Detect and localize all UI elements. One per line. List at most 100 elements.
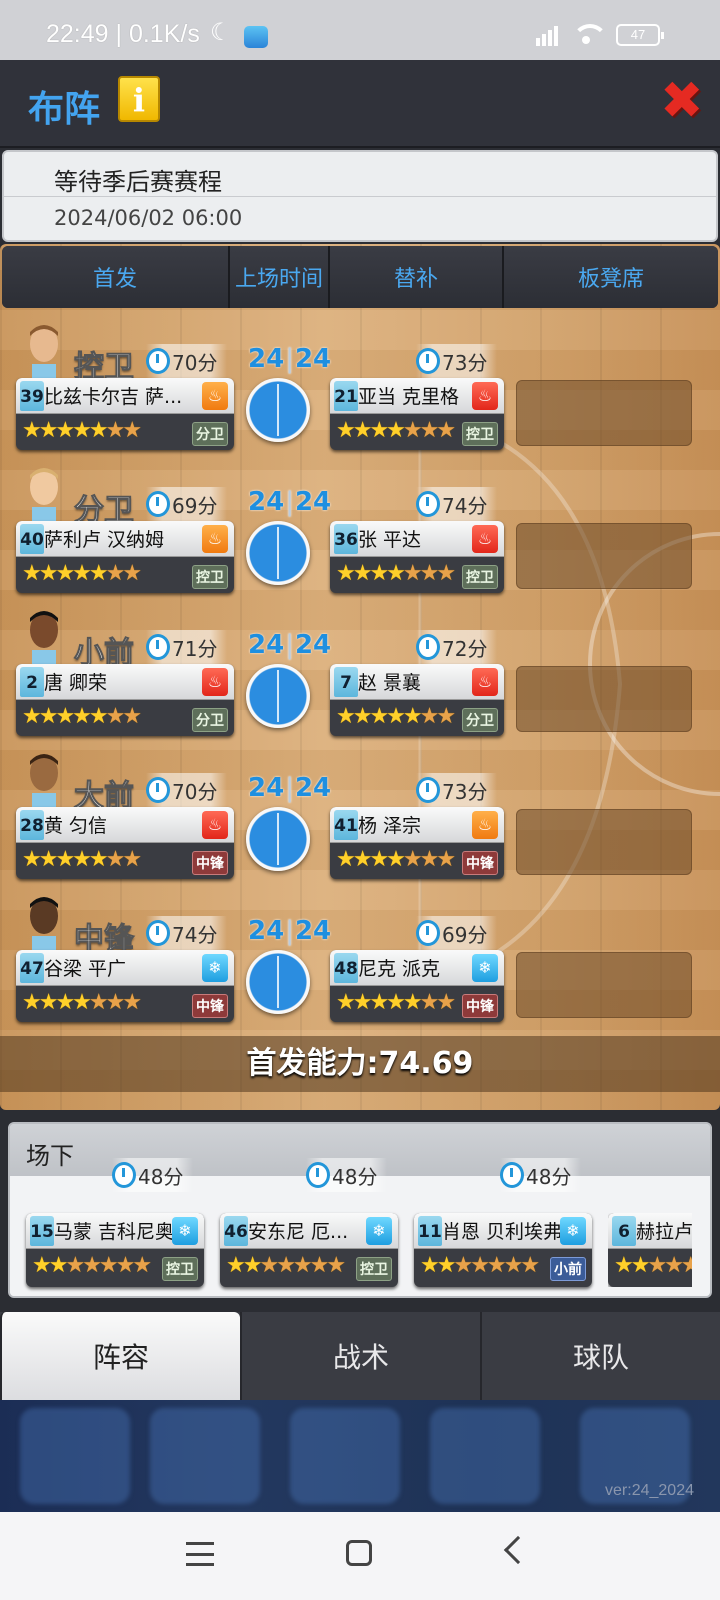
offcourt-player[interactable]: 6赫拉卢 ★★★★★★★	[608, 1213, 692, 1287]
offcourt-title: 场下	[26, 1142, 74, 1170]
score-separator: |	[285, 344, 294, 374]
card-top: 7赵 景襄 ♨	[330, 664, 504, 700]
stopwatch-icon	[146, 491, 170, 517]
bench-slot[interactable]	[516, 666, 692, 732]
app-notification-icon	[244, 26, 268, 48]
jersey-number: 2	[20, 667, 44, 697]
minutes-split-toggle[interactable]	[246, 807, 310, 871]
menu-icon[interactable]	[186, 1542, 214, 1566]
player-name: 萨利卢 汉纳姆	[44, 529, 165, 551]
jersey-number: 47	[20, 953, 44, 983]
player-name: 谷梁 平广	[44, 958, 127, 980]
position-badge: 中锋	[192, 851, 228, 875]
cold-form-icon: ❄	[366, 1217, 392, 1245]
player-card[interactable]: 36 张 平达 ♨ ★★★★★★★ 控卫	[330, 521, 504, 593]
player-card[interactable]: 21 亚当 克里格 ♨ ★★★★★★★ 控卫	[330, 378, 504, 450]
player-avatar	[24, 608, 64, 670]
position-badge: 控卫	[462, 422, 498, 446]
score-display: 24|24	[248, 630, 331, 660]
rating-stars: ★★★★★★★	[420, 1253, 540, 1278]
player-card[interactable]: 6赫拉卢 ★★★★★★★	[608, 1213, 692, 1287]
player-card[interactable]: 48 尼克 派克 ❄ ★★★★★★★ 中锋	[330, 950, 504, 1022]
card-top: 21 亚当 克里格 ♨	[330, 378, 504, 414]
bench-slot[interactable]	[516, 523, 692, 589]
position-row: 分卫 69分 74分 24|24 40 萨利卢 汉纳姆 ♨ ★★★★★★★ 控卫 36 张 平达 ♨ ★…	[0, 459, 720, 599]
card-top: 6 赫拉卢	[608, 1213, 692, 1249]
stopwatch-icon	[146, 634, 170, 660]
position-badge: 控卫	[356, 1257, 392, 1281]
player-card[interactable]: 15 马蒙 吉科尼奥 ❄ ★★★★★★★ 控卫	[26, 1213, 204, 1287]
player-card[interactable]: 46 安东尼 厄... ❄ ★★★★★★★ 控卫	[220, 1213, 398, 1287]
minutes-split-toggle[interactable]	[246, 521, 310, 585]
chat-icon[interactable]	[430, 1408, 540, 1504]
star-icon[interactable]	[20, 1408, 130, 1504]
player-card[interactable]: 11 肖恩 贝利埃弗 ❄ ★★★★★★★ 小前	[414, 1213, 592, 1287]
back-icon[interactable]	[503, 1535, 533, 1565]
player-name: 马蒙 吉科尼奥	[54, 1221, 175, 1243]
minutes-timer: 48分	[112, 1158, 194, 1192]
wifi-icon	[572, 24, 608, 46]
bench-slot[interactable]	[516, 952, 692, 1018]
tab-lineup[interactable]: 阵容	[0, 1312, 240, 1400]
rating-stars: ★★★★★★★	[22, 418, 142, 443]
score-left: 24	[248, 916, 285, 946]
stopwatch-icon	[416, 348, 440, 374]
hot-form-icon: ♨	[472, 811, 498, 839]
schedule-status: 等待季后赛赛程	[54, 168, 222, 196]
minutes-timer: 72分	[416, 630, 498, 664]
court-area: 首发 上场时间 替补 板凳席 控卫 70分 73分 24|24 39 比兹卡尔吉 萨...…	[0, 244, 720, 1110]
minutes-timer: 70分	[146, 773, 228, 807]
minutes-split-toggle[interactable]	[246, 664, 310, 728]
tab-starters[interactable]: 首发	[2, 246, 230, 308]
score-separator: |	[285, 773, 294, 803]
stopwatch-icon	[146, 348, 170, 374]
stopwatch-icon	[416, 491, 440, 517]
minutes-value: 73分	[442, 350, 488, 375]
tab-tactics[interactable]: 战术	[240, 1312, 480, 1400]
tab-minutes[interactable]: 上场时间	[230, 246, 330, 308]
hot-form-icon: ♨	[472, 382, 498, 410]
player-card[interactable]: 2唐 卿荣 ♨ ★★★★★★★ 分卫	[16, 664, 234, 736]
jersey-number: 11	[418, 1216, 442, 1246]
player-card[interactable]: 39 比兹卡尔吉 萨... ♨ ★★★★★★★ 分卫	[16, 378, 234, 450]
player-card[interactable]: 40 萨利卢 汉纳姆 ♨ ★★★★★★★ 控卫	[16, 521, 234, 593]
tab-substitutes[interactable]: 替补	[330, 246, 504, 308]
card-top: 11 肖恩 贝利埃弗 ❄	[414, 1213, 592, 1249]
card-top: 39 比兹卡尔吉 萨... ♨	[16, 378, 234, 414]
signal-icon	[536, 24, 558, 46]
tab-bench[interactable]: 板凳席	[504, 246, 718, 308]
offcourt-player[interactable]: 15 马蒙 吉科尼奥 ❄ ★★★★★★★ 控卫	[26, 1213, 204, 1287]
position-badge: 小前	[550, 1257, 586, 1281]
stopwatch-icon	[416, 920, 440, 946]
bench-slot[interactable]	[516, 380, 692, 446]
stopwatch-icon	[416, 777, 440, 803]
minutes-timer: 69分	[416, 916, 498, 950]
player-card[interactable]: 28 黄 匀信 ♨ ★★★★★★★ 中锋	[16, 807, 234, 879]
minutes-timer: 70分	[146, 344, 228, 378]
hot-form-icon: ♨	[202, 668, 228, 696]
offcourt-player[interactable]: 11 肖恩 贝利埃弗 ❄ ★★★★★★★ 小前	[414, 1213, 592, 1287]
offcourt-player[interactable]: 46 安东尼 厄... ❄ ★★★★★★★ 控卫	[220, 1213, 398, 1287]
minutes-value: 70分	[172, 350, 218, 375]
info-button[interactable]: i	[118, 76, 160, 122]
home-icon[interactable]	[346, 1540, 372, 1566]
minutes-split-toggle[interactable]	[246, 950, 310, 1014]
minutes-split-toggle[interactable]	[246, 378, 310, 442]
jersey-number: 28	[20, 810, 44, 840]
card-top: 36 张 平达 ♨	[330, 521, 504, 557]
player-card[interactable]: 41 杨 泽宗 ♨ ★★★★★★★ 中锋	[330, 807, 504, 879]
player-card[interactable]: 47 谷梁 平广 ❄ ★★★★★★★ 中锋	[16, 950, 234, 1022]
minutes-value: 48分	[332, 1164, 378, 1189]
player-card[interactable]: 7赵 景襄 ♨ ★★★★★★★ 分卫	[330, 664, 504, 736]
jersey-number: 21	[334, 381, 358, 411]
stopwatch-icon	[112, 1162, 136, 1188]
yen-icon[interactable]	[150, 1408, 260, 1504]
player-name: 黄 匀信	[44, 815, 108, 837]
basketball-icon[interactable]	[290, 1408, 400, 1504]
close-button[interactable]: ✖	[660, 75, 704, 127]
minutes-value: 48分	[526, 1164, 572, 1189]
tab-team[interactable]: 球队	[480, 1312, 720, 1400]
score-display: 24|24	[248, 916, 331, 946]
minutes-value: 69分	[172, 493, 218, 518]
bench-slot[interactable]	[516, 809, 692, 875]
